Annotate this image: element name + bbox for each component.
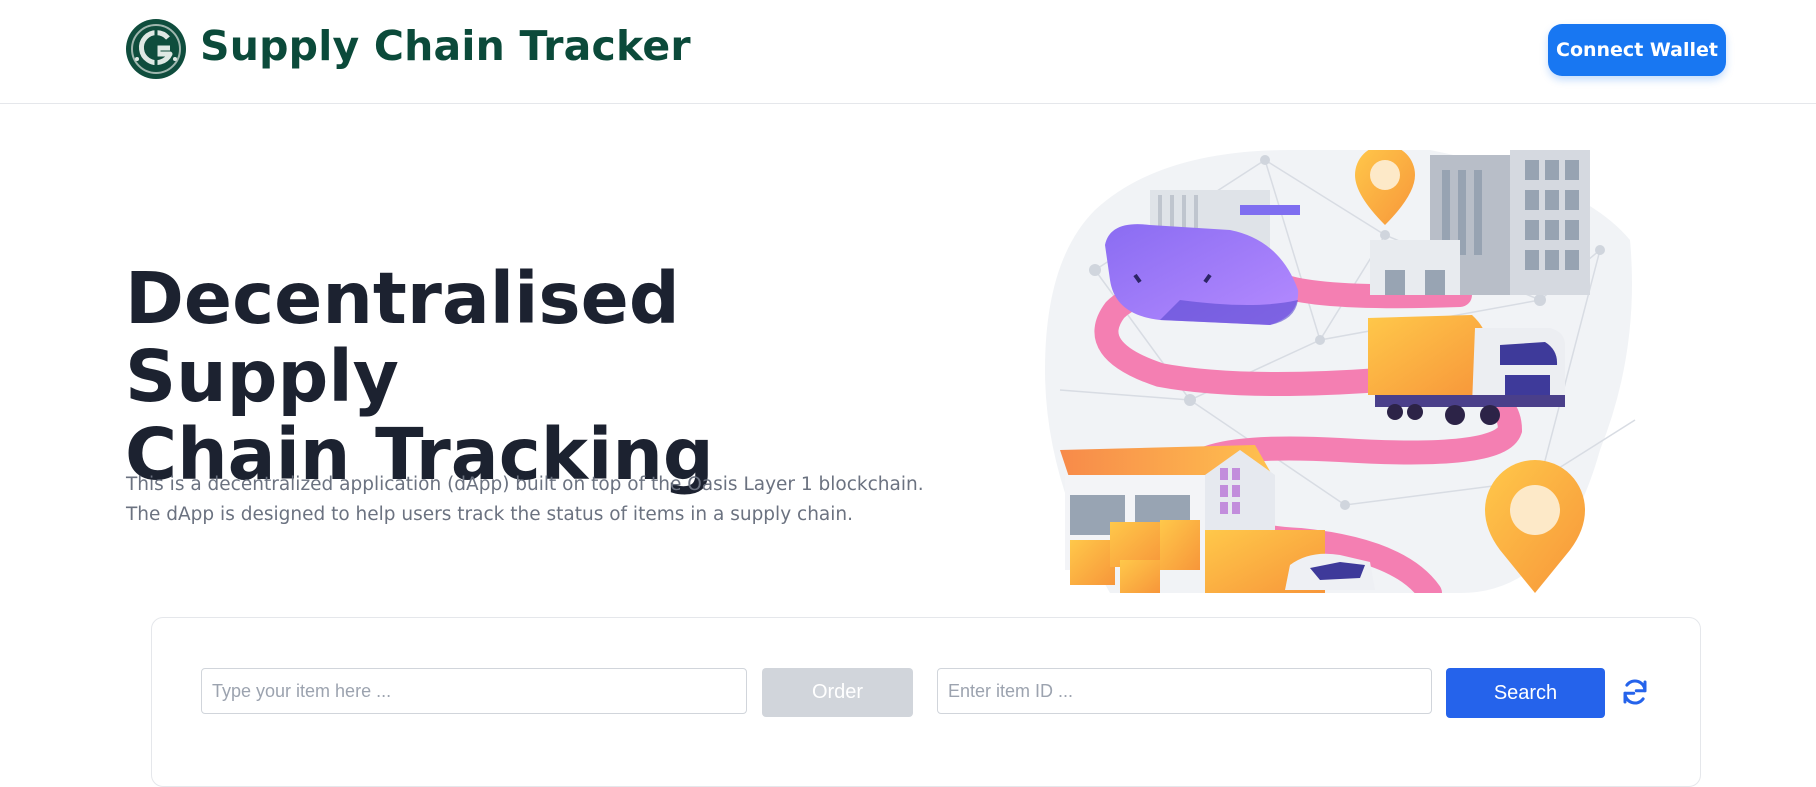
search-button[interactable]: Search: [1446, 668, 1605, 718]
item-id-input[interactable]: [937, 668, 1432, 714]
connect-wallet-button[interactable]: Connect Wallet: [1548, 24, 1726, 76]
supply-chain-illustration: [1045, 150, 1636, 593]
supply-chain-logo-icon[interactable]: [125, 18, 187, 80]
top-navbar: Supply Chain Tracker Connect Wallet: [0, 0, 1816, 104]
hero-title: Decentralised Supply Chain Tracking: [125, 260, 925, 494]
hero-description-line: This is a decentralized application (dAp…: [126, 474, 924, 495]
hero-description-line: The dApp is designed to help users track…: [126, 504, 854, 525]
refresh-icon[interactable]: [1620, 677, 1650, 707]
hero-description: This is a decentralized application (dAp…: [126, 470, 926, 530]
app-title[interactable]: Supply Chain Tracker: [200, 22, 691, 70]
item-name-input[interactable]: [201, 668, 747, 714]
hero-title-line: Decentralised Supply: [125, 257, 680, 418]
order-button[interactable]: Order: [762, 668, 913, 717]
